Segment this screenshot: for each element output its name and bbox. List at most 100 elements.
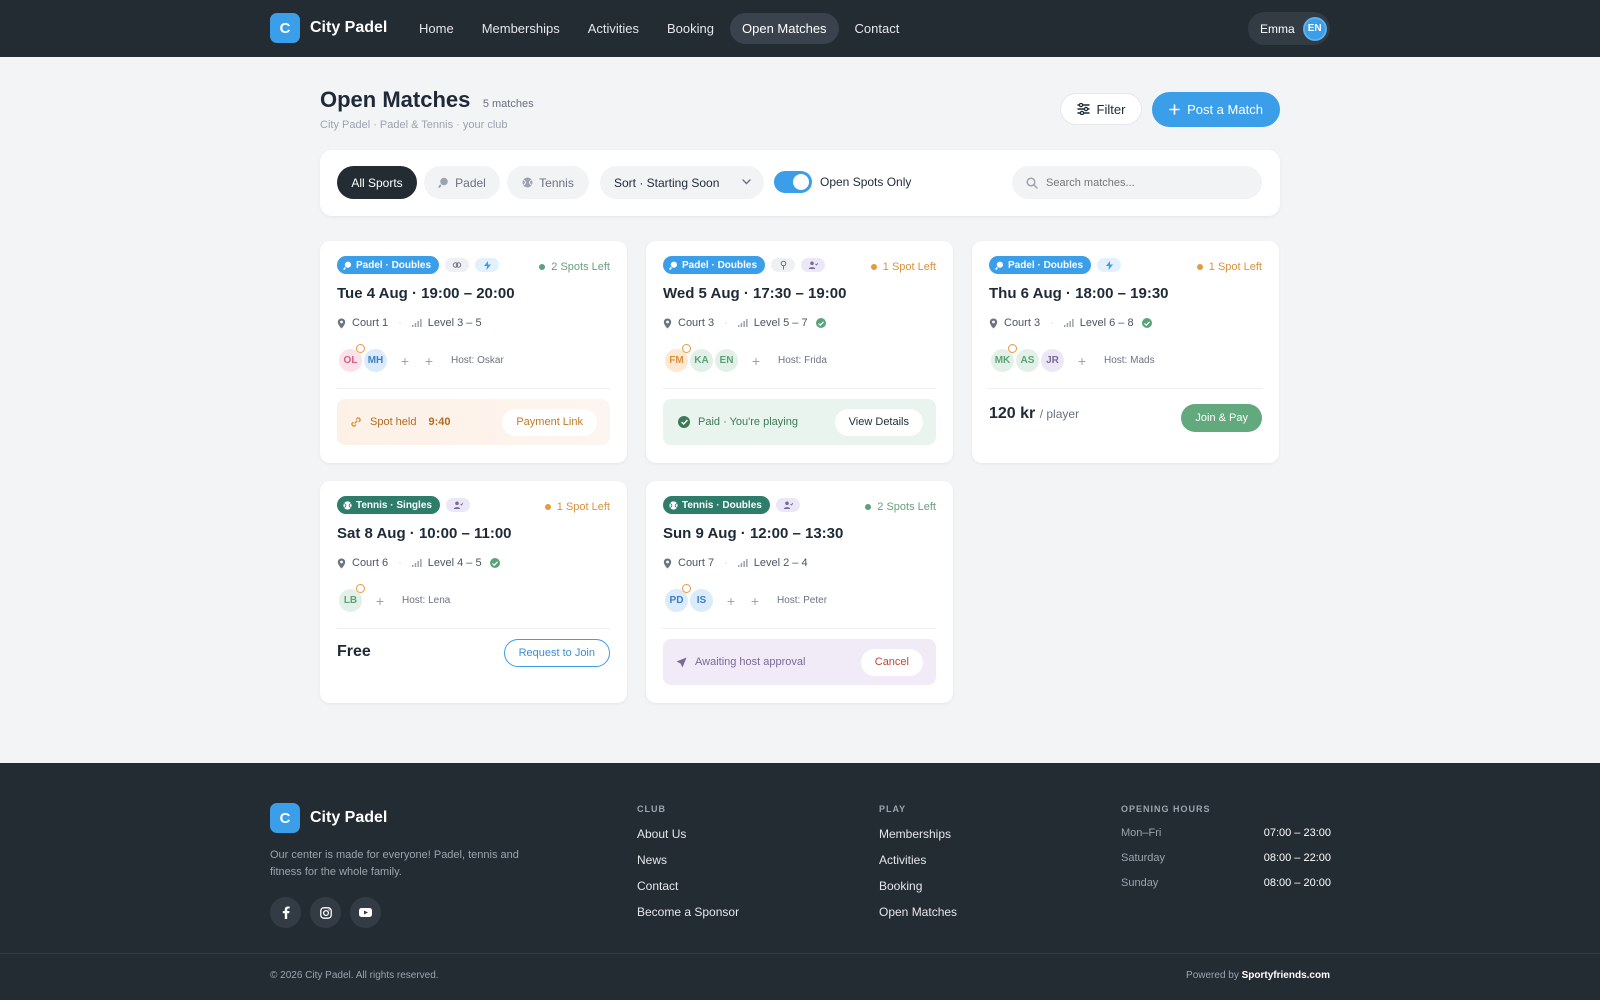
- youtube-icon[interactable]: [350, 897, 381, 928]
- link-icon: [351, 417, 361, 427]
- search-icon: [1026, 176, 1038, 189]
- nav-link-contact[interactable]: Contact: [843, 13, 912, 44]
- instagram-icon[interactable]: [310, 897, 341, 928]
- empty-slot-icon: +: [424, 352, 434, 369]
- footer-link-activities[interactable]: Activities: [879, 853, 957, 867]
- chip-padel[interactable]: Padel: [424, 166, 500, 199]
- cancel-button[interactable]: Cancel: [860, 648, 923, 676]
- spots-label: 1 Spot Left: [1208, 261, 1262, 273]
- open-spots-toggle[interactable]: [774, 171, 812, 193]
- status-dot: [865, 504, 872, 510]
- spots-left: 1 Spot Left: [870, 261, 936, 273]
- user-menu[interactable]: Emma EN: [1248, 12, 1330, 45]
- sort-select[interactable]: Sort · Starting Soon: [600, 166, 764, 199]
- status-dot: [544, 504, 551, 510]
- status-panel: Spot held 9:40 Payment Link: [337, 399, 610, 445]
- footer-link-sponsor[interactable]: Become a Sponsor: [637, 905, 739, 919]
- chip-tennis[interactable]: Tennis: [507, 166, 589, 199]
- view-details-button[interactable]: View Details: [834, 408, 923, 436]
- empty-slot-icon: +: [751, 352, 761, 369]
- host-name: Host: Frida: [778, 355, 827, 366]
- footer-hours-heading: OPENING HOURS: [1121, 804, 1211, 814]
- payment-link-button[interactable]: Payment Link: [502, 408, 597, 436]
- divider: [663, 388, 936, 389]
- powered-by-link[interactable]: Sportyfriends.com: [1242, 970, 1330, 981]
- nav-link-activities[interactable]: Activities: [576, 13, 651, 44]
- status-text: Awaiting host approval: [695, 656, 806, 668]
- chip-tennis-label: Tennis: [539, 175, 574, 190]
- filter-bar: All Sports Padel Tennis Sort · Starting …: [320, 150, 1280, 216]
- match-datetime: Wed 5 Aug · 17:30 – 19:00: [663, 285, 847, 302]
- request-to-join-button[interactable]: Request to Join: [503, 639, 610, 667]
- sort-value: Sort · Starting Soon: [614, 175, 720, 190]
- padel-icon: [343, 261, 352, 270]
- chip-all-label: All Sports: [351, 175, 403, 190]
- spots-left: 2 Spots Left: [539, 261, 610, 273]
- nav-link-home[interactable]: Home: [407, 13, 466, 44]
- match-card[interactable]: Padel · Doubles 1 Spot Left Wed 5 Aug · …: [646, 241, 953, 463]
- join-pay-button[interactable]: Join & Pay: [1181, 404, 1262, 432]
- hours-row: Saturday 08:00 – 22:00: [1121, 852, 1331, 864]
- brand-logo: C: [270, 13, 300, 43]
- page-title: Open Matches: [320, 87, 471, 112]
- footer-brand[interactable]: C City Padel: [270, 803, 387, 833]
- match-datetime: Sun 9 Aug · 12:00 – 13:30: [663, 525, 844, 542]
- post-match-button[interactable]: Post a Match: [1152, 92, 1280, 127]
- level-range: Level 4 – 5: [427, 557, 482, 569]
- hours-row: Mon–Fri 07:00 – 23:00: [1121, 827, 1331, 839]
- padel-icon: [669, 261, 678, 270]
- facebook-icon[interactable]: [270, 897, 301, 928]
- host-name: Host: Peter: [777, 595, 828, 606]
- match-card[interactable]: Tennis · Singles 1 Spot Left Sat 8 Aug ·…: [320, 481, 627, 703]
- footer-link-about[interactable]: About Us: [637, 827, 739, 841]
- nav-link-open-matches[interactable]: Open Matches: [730, 13, 839, 44]
- divider: [337, 388, 610, 389]
- court-name: Court 6: [352, 557, 389, 569]
- footer-link-news[interactable]: News: [637, 853, 739, 867]
- search-input[interactable]: [1046, 176, 1246, 189]
- social-links: [270, 897, 381, 928]
- status-panel: Paid · You're playing View Details: [663, 399, 936, 445]
- user-name: Emma: [1260, 21, 1295, 36]
- location-pin-icon: [337, 318, 346, 328]
- match-card[interactable]: Padel · Doubles 1 Spot Left Thu 6 Aug · …: [972, 241, 1279, 463]
- match-card[interactable]: Tennis · Doubles 2 Spots Left Sun 9 Aug …: [646, 481, 953, 703]
- level-bars-icon: [411, 559, 422, 567]
- nav-link-booking[interactable]: Booking: [655, 13, 726, 44]
- footer-link-contact[interactable]: Contact: [637, 879, 739, 893]
- sport-label: Padel · Doubles: [682, 259, 758, 271]
- sport-label: Tennis · Doubles: [682, 499, 762, 511]
- footer-club-heading: CLUB: [637, 804, 666, 814]
- filter-button[interactable]: Filter: [1060, 93, 1142, 125]
- empty-slot-icon: +: [750, 592, 760, 609]
- plus-icon: [1169, 104, 1180, 115]
- brand[interactable]: C City Padel: [270, 13, 387, 43]
- footer-link-memberships[interactable]: Memberships: [879, 827, 957, 841]
- player-avatar: FM: [663, 344, 691, 374]
- host-name: Host: Lena: [402, 595, 451, 606]
- level-match-check-icon: [815, 318, 826, 328]
- player-avatar: AS: [1014, 347, 1041, 374]
- spots-label: 2 Spots Left: [551, 261, 610, 273]
- court-name: Court 7: [678, 557, 715, 569]
- host-name: Host: Mads: [1104, 355, 1155, 366]
- tennis-ball-icon: [669, 500, 678, 510]
- level-range: Level 6 – 8: [1079, 317, 1134, 329]
- player-avatar: MK: [989, 344, 1017, 374]
- nav-link-memberships[interactable]: Memberships: [470, 13, 572, 44]
- footer-link-open-matches[interactable]: Open Matches: [879, 905, 957, 919]
- price-amount: 120 kr: [989, 405, 1036, 422]
- padel-icon: [438, 177, 448, 188]
- match-count: 5 matches: [482, 98, 534, 110]
- chip-all-sports[interactable]: All Sports: [337, 166, 417, 199]
- player-avatar: KA: [688, 347, 715, 374]
- level-range: Level 3 – 5: [427, 317, 482, 329]
- footer-link-booking[interactable]: Booking: [879, 879, 957, 893]
- player-avatar: PD: [663, 584, 691, 614]
- status-dot: [539, 264, 546, 270]
- match-card[interactable]: Padel · Doubles 2 Spots Left Tue 4 Aug ·…: [320, 241, 627, 463]
- approval-required-icon: [801, 258, 826, 272]
- court-name: Court 1: [352, 317, 389, 329]
- host-name: Host: Oskar: [451, 355, 504, 366]
- footer-play-heading: PLAY: [879, 804, 907, 814]
